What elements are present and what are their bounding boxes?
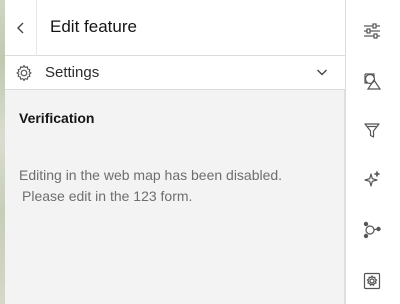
gear-icon (15, 64, 33, 82)
nodes-icon (362, 220, 382, 240)
settings-label: Settings (45, 64, 100, 81)
back-button[interactable] (5, 0, 37, 56)
gear-badge-icon (362, 271, 382, 291)
panel-header: Edit feature (5, 0, 345, 56)
disabled-message: Editing in the web map has been disabled… (19, 165, 329, 207)
rail-button-properties[interactable] (358, 17, 386, 45)
rail-button-effects[interactable] (358, 166, 386, 194)
message-line-2: Please edit in the 123 form. (22, 188, 193, 204)
sliders-icon (362, 21, 382, 41)
settings-accordion[interactable]: Settings (5, 56, 345, 90)
section-title: Verification (19, 110, 95, 126)
edit-feature-panel: Edit feature Settings Verification Editi… (5, 0, 345, 304)
sparkle-icon (362, 170, 382, 190)
shapes-icon (362, 71, 382, 91)
rail-button-shapes[interactable] (358, 67, 386, 95)
chevron-down-icon (316, 66, 328, 78)
page-title: Edit feature (50, 17, 137, 36)
rail-button-config[interactable] (358, 267, 386, 295)
action-rail (345, 0, 400, 304)
chevron-left-icon (15, 22, 27, 34)
filter-icon (362, 120, 382, 140)
rail-button-filter[interactable] (358, 116, 386, 144)
message-line-1: Editing in the web map has been disabled… (19, 167, 283, 183)
rail-button-nodes[interactable] (358, 216, 386, 244)
